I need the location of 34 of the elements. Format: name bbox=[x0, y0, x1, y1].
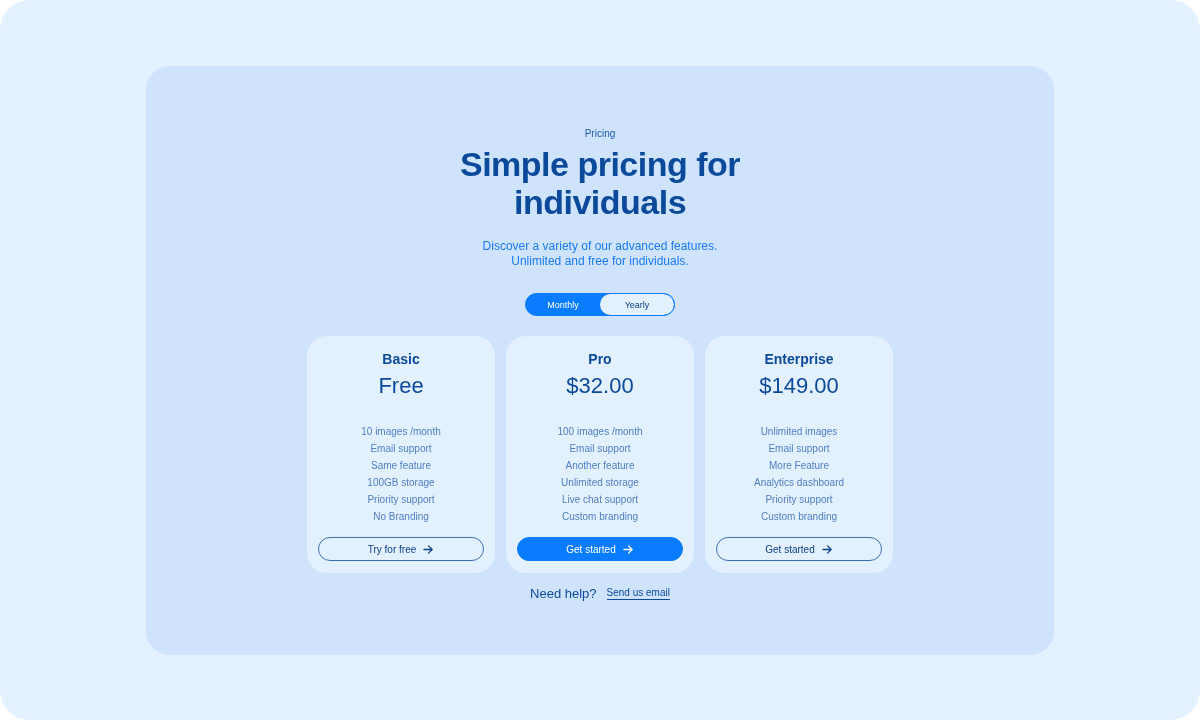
feature-text: Priority support bbox=[366, 493, 436, 507]
plan-price: $149.00 bbox=[759, 373, 839, 399]
arrow-right-icon bbox=[821, 543, 833, 555]
help-text: Need help? bbox=[530, 586, 597, 601]
feature-text: Custom branding bbox=[759, 510, 839, 524]
feature-text: Priority support bbox=[764, 493, 834, 507]
feature-text: More Feature bbox=[768, 459, 830, 473]
plan-price: $32.00 bbox=[566, 373, 634, 399]
plan-name: Basic bbox=[382, 351, 420, 367]
email-link[interactable]: Send us email bbox=[606, 587, 670, 600]
arrow-right-icon bbox=[622, 543, 634, 555]
feature-text: Same feature bbox=[369, 459, 432, 473]
plan-button[interactable]: Get started bbox=[517, 537, 683, 561]
billing-option[interactable]: Yearly bbox=[600, 294, 674, 315]
plan-price: Free bbox=[378, 373, 424, 399]
feature-text: Analytics dashboard bbox=[753, 476, 845, 490]
subtitle-text: Discover a variety of our advanced features. Unlimited and free for individuals. bbox=[482, 239, 718, 269]
feature-text: Custom branding bbox=[560, 510, 640, 524]
feature-text: Email support bbox=[568, 442, 632, 456]
feature-text: Unlimited storage bbox=[560, 476, 640, 490]
feature-text: Live chat support bbox=[560, 493, 640, 507]
feature-text: Another feature bbox=[564, 459, 636, 473]
feature-text: Email support bbox=[767, 442, 831, 456]
feature-text: 100GB storage bbox=[366, 476, 436, 490]
plan-name: Enterprise bbox=[764, 351, 834, 367]
feature-text: 10 images /month bbox=[361, 425, 441, 439]
feature-text: Unlimited images bbox=[759, 425, 839, 439]
feature-text: 100 images /month bbox=[557, 425, 643, 439]
plan-name: Pro bbox=[588, 351, 612, 367]
feature-text: Email support bbox=[369, 442, 433, 456]
eyebrow-label: Pricing bbox=[584, 128, 616, 139]
feature-text: No Branding bbox=[372, 510, 430, 524]
arrow-right-icon bbox=[423, 543, 435, 555]
page-title: Simple pricing for individuals bbox=[458, 145, 741, 221]
